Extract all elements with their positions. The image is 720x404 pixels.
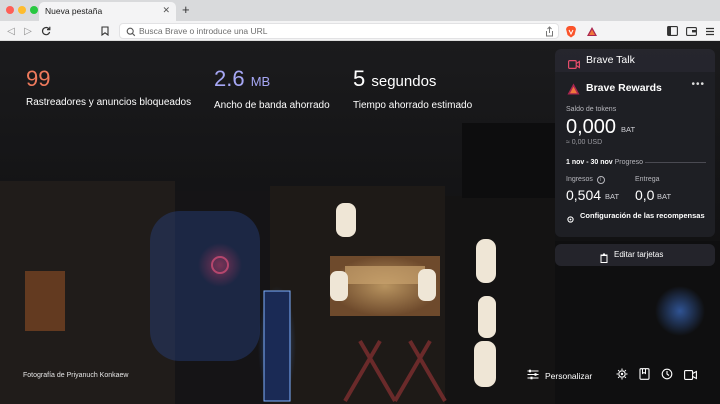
photo-credit-prefix: Fotografía de <box>23 372 65 379</box>
stat-bandwidth-value: 2.6 <box>214 66 245 91</box>
stat-bandwidth-label: Ancho de banda ahorrado <box>214 100 330 111</box>
forward-icon[interactable]: ▷ <box>21 24 35 38</box>
customize-label: Personalizar <box>545 371 593 381</box>
address-placeholder: Busca Brave o introduce una URL <box>139 26 268 36</box>
new-tab-button[interactable]: + <box>182 2 190 18</box>
trash-icon <box>600 250 608 268</box>
address-bar[interactable]: Busca Brave o introduce una URL <box>119 23 559 39</box>
balance-usd: ≈ 0,00 USD <box>566 139 603 146</box>
settings-gear-icon <box>616 367 628 385</box>
customize-button[interactable]: Personalizar <box>527 368 592 384</box>
tab-strip: Nueva pestaña ✕ + <box>0 0 720 21</box>
delivery-unit: BAT <box>657 192 672 201</box>
delivery-label: Entrega <box>635 176 660 183</box>
reload-icon[interactable] <box>39 24 53 38</box>
rewards-period-label: Progreso <box>614 159 644 166</box>
photo-credit: Fotografía de Priyanuch Konkaew <box>23 372 128 379</box>
toolbar: ◁ ▷ Busca Brave o introduce una URL <box>0 21 720 41</box>
share-icon[interactable] <box>542 24 556 38</box>
brave-rewards-card: Brave Rewards ••• Saldo de tokens 0,000 … <box>555 72 715 237</box>
income-unit: BAT <box>605 192 620 201</box>
close-window-button[interactable] <box>6 6 14 14</box>
stat-time-label: Tiempo ahorrado estimado <box>353 100 473 111</box>
tab-new-tab[interactable]: Nueva pestaña ✕ <box>39 2 176 21</box>
back-icon[interactable]: ◁ <box>4 24 18 38</box>
income-value: 0,504 <box>566 187 602 203</box>
brave-shields-icon[interactable] <box>564 24 578 38</box>
progress-divider <box>645 162 706 163</box>
income-label: Ingresos i <box>566 176 605 184</box>
history-icon <box>661 367 673 385</box>
stat-bandwidth-unit: MB <box>250 74 271 89</box>
brave-talk-card[interactable]: Brave Talk <box>555 49 715 72</box>
brave-talk-title: Brave Talk <box>586 54 635 66</box>
balance-label: Saldo de tokens <box>566 106 617 113</box>
history-button[interactable] <box>661 368 673 384</box>
brave-rewards-icon[interactable] <box>585 24 599 38</box>
sidebar-toggle-icon[interactable] <box>665 24 679 38</box>
bookmarks-icon <box>639 367 650 385</box>
rewards-period: 1 nov - 30 nov Progreso <box>566 159 643 166</box>
stat-time: 5 segundos Tiempo ahorrado estimado <box>353 66 472 111</box>
rewards-settings-label: Configuración de las recompensas <box>580 211 705 220</box>
photo-credit-author[interactable]: Priyanuch Konkaew <box>67 372 129 379</box>
video-call-icon <box>684 367 697 385</box>
edit-cards-label: Editar tarjetas <box>614 250 664 259</box>
stat-trackers-label: Rastreadores y anuncios bloqueados <box>26 97 192 108</box>
sliders-icon <box>527 367 539 385</box>
stat-time-unit: segundos <box>371 73 437 90</box>
brave-talk-button[interactable] <box>684 368 697 384</box>
tab-title: Nueva pestaña <box>45 6 103 16</box>
rewards-settings-link[interactable]: Configuración de las recompensas <box>566 211 706 229</box>
brave-rewards-logo-icon <box>567 82 580 100</box>
bookmarks-button[interactable] <box>639 368 650 384</box>
settings-button[interactable] <box>616 368 628 384</box>
edit-cards-button[interactable]: Editar tarjetas <box>555 244 715 266</box>
stat-trackers: 99 Rastreadores y anuncios bloqueados <box>26 66 191 108</box>
rewards-period-dates: 1 nov - 30 nov <box>566 159 613 166</box>
bookmark-icon[interactable] <box>98 24 112 38</box>
wallet-icon[interactable] <box>684 24 698 38</box>
stat-bandwidth: 2.6 MB Ancho de banda ahorrado <box>214 66 330 111</box>
stat-trackers-value: 99 <box>26 66 51 91</box>
stat-time-value: 5 <box>353 66 366 91</box>
close-tab-icon[interactable]: ✕ <box>162 5 170 16</box>
maximize-window-button[interactable] <box>30 6 38 14</box>
rewards-title: Brave Rewards <box>586 82 662 94</box>
balance-value: 0,000 <box>566 116 617 138</box>
income-label-text: Ingresos <box>566 176 593 183</box>
new-tab-page: 99 Rastreadores y anuncios bloqueados 2.… <box>0 41 720 404</box>
info-icon[interactable]: i <box>596 176 605 184</box>
delivery-value: 0,0 <box>635 187 655 203</box>
balance-unit: BAT <box>621 125 636 134</box>
menu-icon[interactable] <box>703 24 717 38</box>
gear-icon <box>566 211 575 229</box>
rewards-more-icon[interactable]: ••• <box>691 79 705 90</box>
minimize-window-button[interactable] <box>18 6 26 14</box>
